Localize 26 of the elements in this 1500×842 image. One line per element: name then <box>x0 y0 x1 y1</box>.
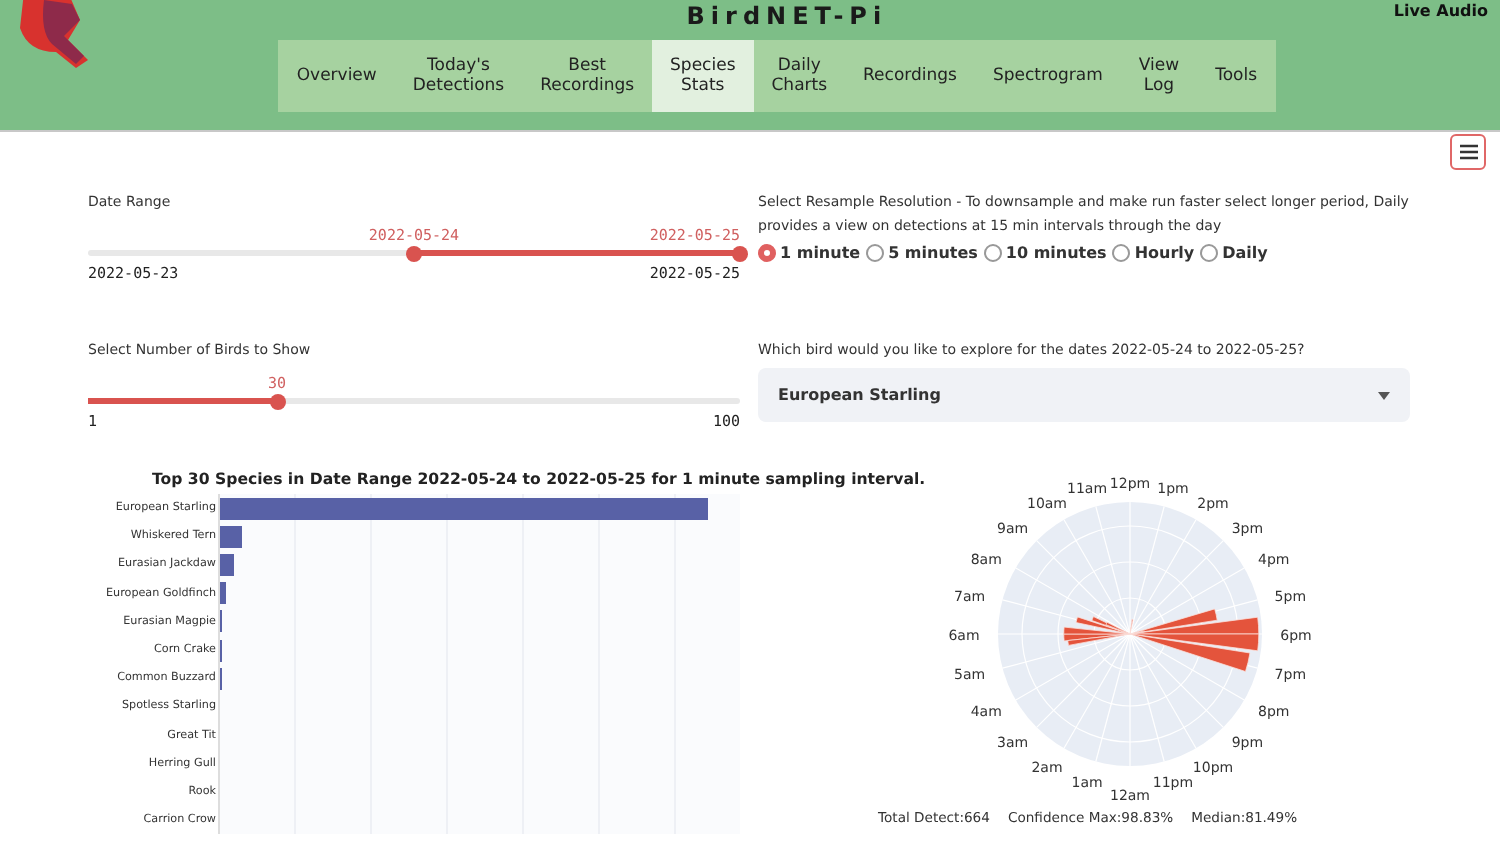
bar <box>220 582 226 605</box>
radio-option[interactable]: 1 minute <box>758 244 861 262</box>
slider-thumb[interactable] <box>269 393 286 409</box>
nav-tab[interactable]: Overview <box>278 40 395 112</box>
nav-tab[interactable]: Tools <box>1197 40 1276 112</box>
caret-icon <box>1378 391 1390 399</box>
slider-thumb[interactable] <box>406 245 422 261</box>
nav-tab[interactable]: View Log <box>1120 40 1198 112</box>
bird-select[interactable]: European Starling <box>758 368 1410 422</box>
live-audio-link[interactable]: Live Audio <box>1393 2 1488 22</box>
radio-option[interactable]: Hourly <box>1112 244 1195 262</box>
nav-tab[interactable]: Best Recordings <box>522 40 653 112</box>
menu-button[interactable] <box>1450 134 1486 170</box>
nav-tab[interactable]: Spectrogram <box>974 40 1121 112</box>
radio-option[interactable]: Daily <box>1200 244 1268 262</box>
radio-option[interactable]: 5 minutes <box>866 244 978 262</box>
nav-tab[interactable]: Today's Detections <box>394 40 523 112</box>
app-title: BirdNET-Pi <box>686 2 888 30</box>
slider-thumb[interactable] <box>732 245 748 261</box>
radio-option[interactable]: 10 minutes <box>983 244 1107 262</box>
bar <box>220 525 242 548</box>
nav-tab[interactable]: Daily Charts <box>753 40 846 112</box>
menu-icon <box>1459 144 1477 160</box>
nav-tab[interactable]: Recordings <box>845 40 975 112</box>
nav-tab[interactable]: Species Stats <box>652 40 754 112</box>
bar <box>220 553 235 576</box>
